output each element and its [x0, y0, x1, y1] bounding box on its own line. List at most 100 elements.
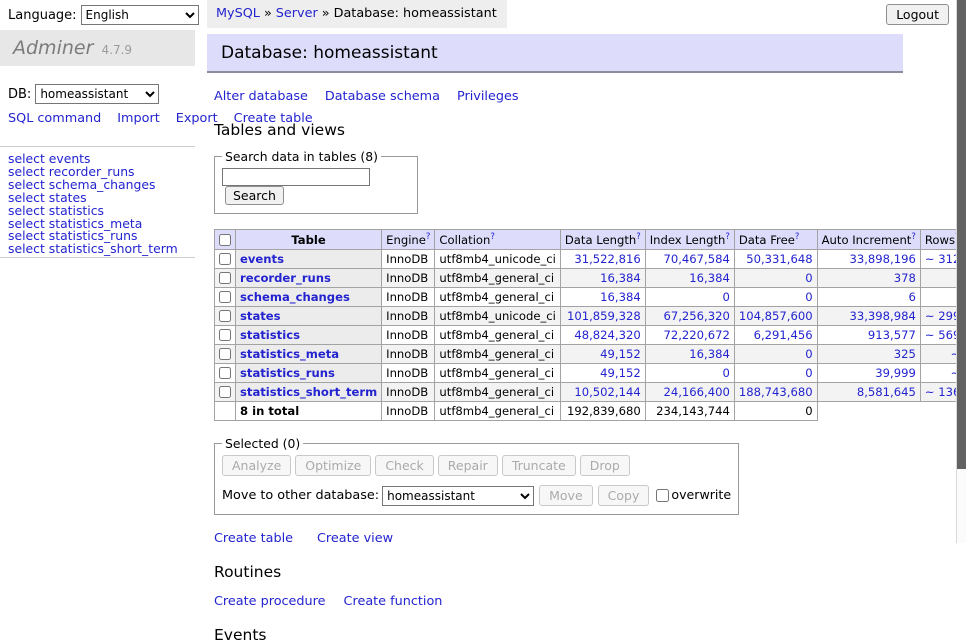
engine-cell: InnoDB [382, 307, 435, 326]
row-checkbox[interactable] [219, 329, 231, 341]
create-link[interactable]: Create view [317, 531, 393, 546]
column-help-link[interactable]: ? [725, 232, 730, 242]
table-name-cell: states [236, 307, 382, 326]
table-name-link[interactable]: statistics_meta [240, 347, 339, 361]
data-free-cell-link[interactable]: 0 [805, 271, 812, 285]
table-row: statistics_short_termInnoDButf8mb4_gener… [215, 383, 966, 402]
auto-increment-cell-link[interactable]: 378 [894, 271, 916, 285]
selected-op-button-check[interactable]: Check [375, 455, 433, 476]
data-free-cell-link[interactable]: 188,743,680 [739, 385, 813, 399]
engine-cell: InnoDB [382, 326, 435, 345]
auto-increment-cell-link[interactable]: 8,581,645 [857, 385, 916, 399]
index-length-cell-link[interactable]: 16,384 [689, 271, 730, 285]
routine-create-link[interactable]: Create procedure [214, 594, 326, 609]
selected-op-button-repair[interactable]: Repair [438, 455, 498, 476]
table-name-link[interactable]: events [240, 252, 284, 266]
selected-op-button-optimize[interactable]: Optimize [295, 455, 371, 476]
auto-increment-cell-link[interactable]: 33,898,196 [849, 252, 915, 266]
routine-create-link[interactable]: Create function [344, 594, 443, 609]
auto-increment-cell-link[interactable]: 325 [894, 347, 916, 361]
database-nav-link[interactable]: Alter database [214, 89, 308, 104]
data-free-cell-link[interactable]: 0 [805, 347, 812, 361]
index-length-cell-link[interactable]: 72,220,672 [663, 328, 729, 342]
column-help-link[interactable]: ? [911, 232, 916, 242]
auto-increment-cell-link[interactable]: 33,398,984 [849, 309, 915, 323]
table-name-link[interactable]: states [240, 309, 281, 323]
search-input[interactable] [222, 168, 370, 186]
data-length-cell-link[interactable]: 16,384 [600, 290, 641, 304]
auto-increment-cell-link[interactable]: 913,577 [868, 328, 916, 342]
row-checkbox[interactable] [219, 291, 231, 303]
selected-op-button-truncate[interactable]: Truncate [502, 455, 576, 476]
data-length-cell-link[interactable]: 31,522,816 [574, 252, 640, 266]
index-length-cell-link[interactable]: 70,467,584 [663, 252, 729, 266]
data-length-cell-link[interactable]: 49,152 [600, 347, 641, 361]
data-length-cell-link[interactable]: 48,824,320 [574, 328, 640, 342]
engine-cell: InnoDB [382, 269, 435, 288]
data-length-cell-link[interactable]: 16,384 [600, 271, 641, 285]
row-checkbox[interactable] [219, 386, 231, 398]
data-free-cell-link[interactable]: 6,291,456 [754, 328, 813, 342]
collation-cell: utf8mb4_general_ci [435, 345, 560, 364]
select-all-cell [215, 230, 236, 250]
row-checkbox[interactable] [219, 253, 231, 265]
sidebar-link[interactable]: SQL command [8, 111, 101, 126]
data-length-cell-link[interactable]: 101,859,328 [567, 309, 641, 323]
index-length-cell-link[interactable]: 24,166,400 [663, 385, 729, 399]
auto-increment-cell-link[interactable]: 6 [908, 290, 915, 304]
sidebar-link[interactable]: Import [117, 111, 159, 126]
engine-cell: InnoDB [382, 250, 435, 269]
sidebar-table-links: select eventsselect recorder_runsselect … [8, 153, 178, 256]
move-button[interactable]: Move [539, 485, 593, 506]
create-link[interactable]: Create table [214, 531, 293, 546]
table-name-link[interactable]: statistics [240, 328, 300, 342]
breadcrumb-server-link[interactable]: Server [276, 6, 318, 21]
table-name-link[interactable]: statistics_runs [240, 366, 335, 380]
scrollbar-thumb[interactable] [957, 0, 966, 469]
table-name-link[interactable]: recorder_runs [240, 271, 331, 285]
data-free-cell-link[interactable]: 50,331,648 [746, 252, 812, 266]
data-free-cell-link[interactable]: 104,857,600 [739, 309, 813, 323]
total-data-length: 192,839,680 [560, 402, 645, 421]
index-length-cell-link[interactable]: 0 [722, 366, 729, 380]
index-length-cell-link[interactable]: 67,256,320 [663, 309, 729, 323]
table-name-link[interactable]: schema_changes [240, 290, 350, 304]
data-free-cell-link[interactable]: 0 [805, 366, 812, 380]
breadcrumb-mysql-link[interactable]: MySQL [216, 6, 260, 21]
database-nav-link[interactable]: Database schema [325, 89, 440, 104]
move-db-select[interactable]: homeassistant [382, 486, 534, 506]
row-select-cell [215, 307, 236, 326]
index-length-cell-link[interactable]: 16,384 [689, 347, 730, 361]
index-length-cell-link[interactable]: 0 [722, 290, 729, 304]
row-checkbox[interactable] [219, 367, 231, 379]
row-checkbox[interactable] [219, 348, 231, 360]
data-length-cell-link[interactable]: 10,502,144 [574, 385, 640, 399]
row-checkbox[interactable] [219, 310, 231, 322]
table-row: statistics_runsInnoDButf8mb4_general_ci4… [215, 364, 966, 383]
db-select[interactable]: homeassistant [35, 84, 159, 104]
column-help-link[interactable]: ? [636, 232, 641, 242]
table-name-link[interactable]: statistics_short_term [240, 385, 377, 399]
copy-button[interactable]: Copy [598, 485, 650, 506]
selected-op-button-drop[interactable]: Drop [580, 455, 630, 476]
vertical-scrollbar[interactable] [956, 0, 966, 543]
column-header: Engine? [382, 230, 435, 250]
column-help-link[interactable]: ? [795, 232, 800, 242]
column-help-link[interactable]: ? [490, 232, 495, 242]
row-checkbox[interactable] [219, 272, 231, 284]
data-length-cell: 49,152 [560, 345, 645, 364]
adminer-logo: Adminer 4.7.9 [0, 30, 195, 66]
overwrite-checkbox[interactable] [656, 489, 669, 502]
select-all-checkbox[interactable] [219, 234, 231, 246]
selected-legend: Selected (0) [222, 436, 303, 451]
sidebar-table-select-link[interactable]: select statistics_short_term [8, 243, 178, 256]
auto-increment-cell-link[interactable]: 39,999 [875, 366, 916, 380]
search-button[interactable]: Search [225, 186, 284, 205]
data-free-cell-link[interactable]: 0 [805, 290, 812, 304]
selected-op-button-analyze[interactable]: Analyze [222, 455, 291, 476]
collation-cell: utf8mb4_general_ci [435, 383, 560, 402]
data-length-cell-link[interactable]: 49,152 [600, 366, 641, 380]
data-length-cell: 10,502,144 [560, 383, 645, 402]
database-nav-link[interactable]: Privileges [457, 89, 519, 104]
column-help-link[interactable]: ? [426, 232, 431, 242]
